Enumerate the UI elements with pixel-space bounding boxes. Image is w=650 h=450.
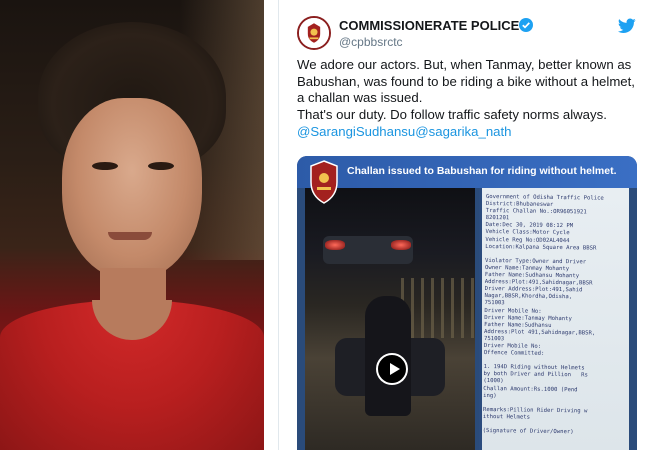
mention-link[interactable]: @SarangiSudhansu [297,124,415,139]
panel-divider [264,0,278,450]
author-name[interactable]: COMMISSIONERATE POLICE [339,18,519,33]
tweet-media[interactable]: Challan issued to Babushan for riding wi… [297,156,637,450]
police-emblem-icon [299,18,329,48]
author-handle[interactable]: @cpbbsrctc [339,35,403,49]
tweet-line: We adore our actors. But, when Tanmay, b… [297,57,632,72]
play-icon[interactable] [376,353,408,385]
tweet-mentions: @SarangiSudhansu@sagarika_nath [297,124,642,141]
police-logo-icon [310,160,338,204]
tweet-line: That's our duty. Do follow traffic safet… [297,107,607,123]
photo-left-eye [92,162,118,170]
media-title: Challan issued to Babushan for riding wi… [347,165,617,177]
photo-face [62,98,202,280]
portrait-photo [0,0,264,450]
receipt-text: Government of Odisha Traffic Police Distr… [483,194,628,437]
photo-mouth [108,232,152,240]
receipt-line: (Signature of Driver/Owner) [482,428,574,436]
tweet-line: a challan was issued. [297,90,423,106]
bridge-railing [401,278,475,338]
twitter-bird-icon[interactable] [618,18,636,34]
challan-receipt: Government of Odisha Traffic Police Distr… [479,188,629,450]
police-emblem-avatar[interactable] [297,16,331,50]
mention-link[interactable]: @sagarika_nath [415,124,511,139]
photo-right-eye [148,162,174,170]
tweet-line: Babushan, was found to be riding a bike … [297,73,635,89]
car-tail-light [325,240,345,250]
night-road-photo [305,188,475,450]
verified-badge-icon [519,18,533,32]
car-tail-light [391,240,411,250]
tweet-header: COMMISSIONERATE POLICE @cpbbsrctc [297,16,637,56]
tweet-card[interactable]: COMMISSIONERATE POLICE @cpbbsrctc We ado… [278,0,650,450]
tweet-text: We adore our actors. But, when Tanmay, b… [297,57,642,141]
